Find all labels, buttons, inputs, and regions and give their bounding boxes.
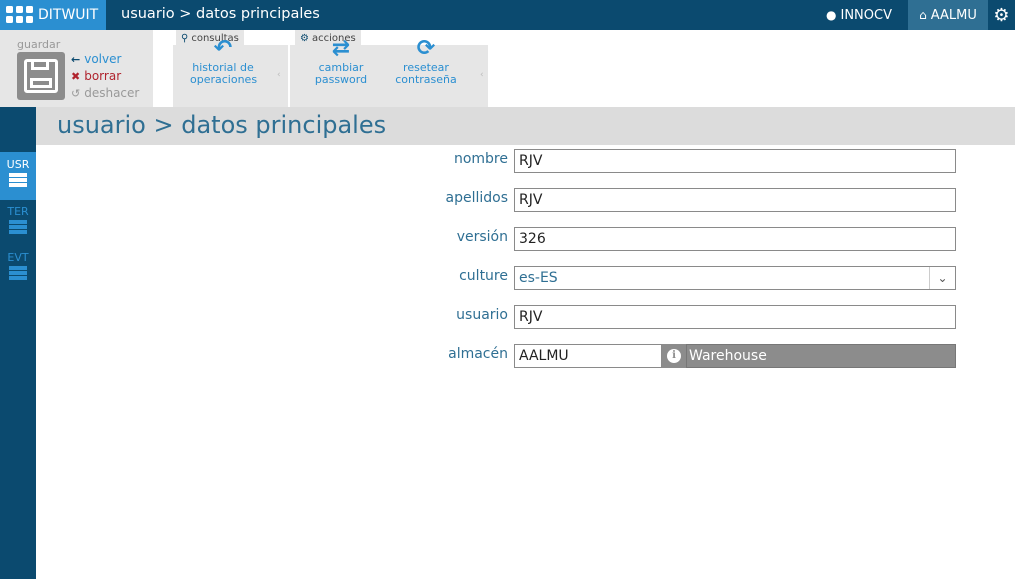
gear-icon: ⚙ (993, 4, 1010, 26)
refresh-icon: ⟳ (416, 36, 436, 61)
form-row-almacen: almacén AALMU i Warehouse (400, 344, 960, 368)
page-title: usuario > datos principales (57, 111, 387, 139)
chevron-down-icon: ⌄ (929, 267, 955, 289)
version-label: versión (456, 229, 508, 245)
server-icon (9, 173, 27, 187)
usuario-label: usuario (456, 307, 508, 323)
cogs-icon: ⚙ (300, 33, 309, 44)
culture-value: es-ES (519, 270, 558, 286)
undo-link[interactable]: ↺ deshacer (71, 85, 139, 102)
almacen-name: Warehouse (686, 344, 956, 368)
sidebar-item-label: USR (6, 158, 30, 171)
exchange-icon: ⇄ (331, 36, 351, 61)
top-bar: DITWUIT usuario > datos principales ● IN… (0, 0, 1015, 30)
apps-grid-icon (6, 6, 33, 24)
sidebar-item-label: TER (7, 205, 29, 218)
change-password-button[interactable]: ⇄ cambiar password (310, 36, 372, 86)
server-icon (9, 220, 27, 234)
undo-icon: ↺ (71, 87, 81, 100)
home-icon: ⌂ (919, 8, 927, 22)
form-row-usuario: usuario RJV (400, 305, 960, 329)
almacen-code-field[interactable]: AALMU (514, 344, 662, 368)
sidebar-item-usr[interactable]: USR (0, 152, 36, 200)
breadcrumb: usuario > datos principales (121, 6, 320, 22)
back-link-label: volver (84, 52, 122, 66)
app-brand[interactable]: DITWUIT (0, 0, 106, 30)
form-row-nombre: nombre RJV (400, 149, 960, 173)
version-field[interactable]: 326 (514, 227, 956, 251)
form-row-culture: culture es-ES ⌄ (400, 266, 960, 290)
delete-link[interactable]: ✖ borrar (71, 68, 139, 85)
page-header: usuario > datos principales (36, 107, 1015, 145)
search-icon: ⚲ (181, 33, 189, 44)
nombre-label: nombre (453, 151, 508, 167)
sidebar-item-evt[interactable]: EVT (0, 245, 36, 293)
user-icon: ● (826, 8, 837, 22)
almacen-info-button[interactable]: i (662, 344, 686, 368)
apellidos-label: apellidos (445, 190, 509, 206)
record-actions: ← volver ✖ borrar ↺ deshacer (71, 51, 139, 102)
form-row-version: versión 326 (400, 227, 960, 251)
user-menu[interactable]: ● INNOCV (812, 0, 908, 30)
history-button[interactable]: ↶ historial de operaciones (190, 36, 258, 86)
reset-password-button[interactable]: ⟳ resetear contraseña (393, 36, 459, 86)
sidebar-item-ter[interactable]: TER (0, 199, 36, 247)
history-icon: ↶ (213, 36, 233, 61)
chevron-left-icon: ‹ (480, 70, 484, 80)
usuario-field[interactable]: RJV (514, 305, 956, 329)
nombre-field[interactable]: RJV (514, 149, 956, 173)
settings-button[interactable]: ⚙ (988, 0, 1015, 30)
undo-link-label: deshacer (84, 86, 140, 100)
back-link[interactable]: ← volver (71, 51, 139, 68)
save-button[interactable] (17, 52, 65, 100)
floppy-slot (31, 59, 49, 70)
change-password-label-2: password (314, 73, 368, 86)
save-group-title: guardar (17, 38, 61, 51)
delete-link-label: borrar (84, 69, 122, 83)
floppy-label (30, 78, 52, 88)
chevron-left-icon: ‹ (277, 70, 281, 80)
store-menu[interactable]: ⌂ AALMU (908, 0, 988, 30)
culture-label: culture (459, 268, 508, 284)
almacen-label: almacén (448, 346, 508, 362)
apellidos-field[interactable]: RJV (514, 188, 956, 212)
sidebar-item-label: EVT (7, 251, 29, 264)
user-name: INNOCV (840, 7, 893, 23)
close-icon: ✖ (71, 70, 81, 83)
culture-select[interactable]: es-ES ⌄ (514, 266, 956, 290)
left-sidebar: USR TER EVT (0, 107, 36, 579)
save-group: guardar ← volver ✖ borrar ↺ deshacer (0, 30, 153, 107)
app-name: DITWUIT (38, 7, 99, 23)
info-icon: i (667, 349, 681, 363)
form-row-apellidos: apellidos RJV (400, 188, 960, 212)
history-label-2: operaciones (190, 73, 258, 86)
arrow-left-icon: ← (71, 53, 81, 66)
server-icon (9, 266, 27, 280)
store-code-header: AALMU (930, 7, 977, 23)
toolbar: guardar ← volver ✖ borrar ↺ deshacer ⚲ cons… (0, 30, 1015, 107)
reset-password-label-2: contraseña (395, 73, 457, 86)
